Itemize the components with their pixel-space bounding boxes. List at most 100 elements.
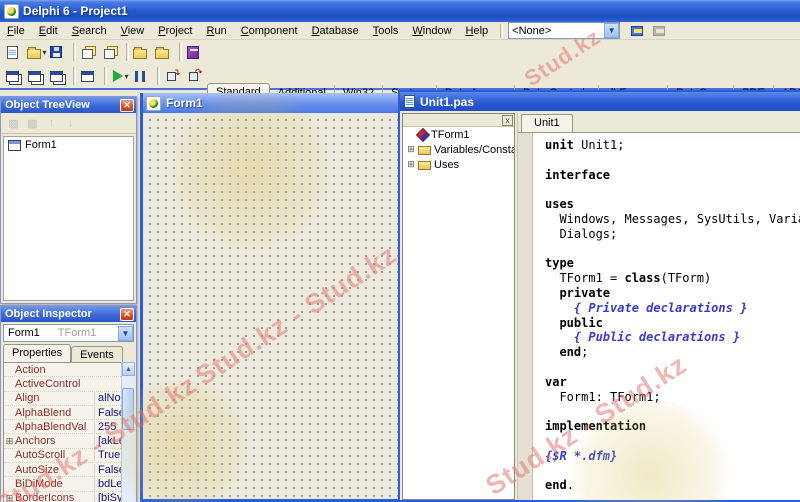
explorer-item[interactable]: ⊞ Uses	[403, 157, 514, 172]
menu-item[interactable]: View	[114, 23, 152, 39]
menu-item[interactable]: Run	[200, 23, 234, 39]
toolbar-button[interactable]: ▩	[23, 113, 42, 133]
menu-item[interactable]: Edit	[32, 23, 65, 39]
property-row[interactable]: ⊞ AutoSize False	[4, 463, 133, 477]
object-selector-combo[interactable]: Form1 TForm1 ▼	[3, 324, 134, 342]
explorer-item[interactable]: ⊞ Variables/Constants	[403, 142, 514, 157]
explorer-item[interactable]: ⊞ TForm1	[403, 127, 514, 142]
code-line: var	[545, 375, 800, 390]
toolbar-button[interactable]: ▾	[4, 66, 26, 86]
set-debug-desktop-icon	[653, 26, 665, 36]
menu-item[interactable]: Tools	[366, 23, 406, 39]
dropdown-arrow-icon[interactable]: ▾	[42, 48, 46, 57]
inspector-tab[interactable]: Properties	[3, 344, 71, 362]
explorer-item-icon	[418, 146, 431, 155]
desktop-combo[interactable]: <None> ▼	[508, 22, 620, 39]
toolbar-button[interactable]: ▾	[26, 66, 48, 86]
property-name: AutoScroll	[15, 449, 94, 461]
editor-tab[interactable]: Unit1	[521, 114, 573, 132]
code-line: type	[545, 256, 800, 271]
property-row[interactable]: ⊞ ActiveControl	[4, 377, 133, 391]
menu-item[interactable]: Search	[65, 23, 114, 39]
property-name: Action	[15, 364, 94, 376]
object-treeview-title-bar[interactable]: Object TreeView ✕	[1, 97, 136, 113]
object-inspector-title: Object Inspector	[5, 308, 120, 320]
object-inspector-title-bar[interactable]: Object Inspector ✕	[1, 306, 136, 322]
toolbar-button[interactable]: ▾	[48, 42, 70, 62]
inspector-tab[interactable]: Events	[71, 346, 123, 362]
toolbar-button[interactable]: ▾	[163, 66, 185, 86]
property-row[interactable]: ⊞ Align alNone	[4, 392, 133, 406]
close-icon[interactable]: ✕	[120, 99, 134, 112]
toggle-form-unit-icon	[50, 71, 63, 82]
toolbar-button[interactable]: ▾	[132, 42, 154, 62]
menu-item[interactable]: Project	[151, 23, 199, 39]
scroll-up-icon[interactable]: ▲	[122, 362, 135, 376]
code-line: public	[545, 316, 800, 331]
toolbar-button[interactable]: ▾	[185, 42, 207, 62]
menu-item[interactable]: Window	[405, 23, 458, 39]
property-row[interactable]: ⊞ BorderIcons [biSystemM	[4, 492, 133, 502]
view-unit-icon	[6, 71, 19, 82]
dropdown-arrow-icon[interactable]: ▾	[124, 72, 128, 81]
menu-item[interactable]: Help	[459, 23, 496, 39]
toolbar-button[interactable]: ▾	[48, 66, 70, 86]
code-window-title-bar[interactable]: Unit1.pas	[400, 92, 800, 111]
expand-icon[interactable]: ⊞	[406, 145, 416, 155]
delete-item-icon: ▩	[27, 117, 37, 130]
property-name: AlphaBlendVal	[15, 421, 94, 433]
new-form-icon	[81, 71, 94, 82]
toolbar-button[interactable]: ▩	[4, 113, 23, 133]
editor-tab-bar: Unit1	[518, 113, 800, 133]
toolbar-button[interactable]	[626, 21, 648, 41]
property-row[interactable]: ⊞ Anchors [akLeft,akT	[4, 434, 133, 448]
form-title: Form1	[166, 96, 203, 110]
property-row[interactable]: ⊞ Action	[4, 363, 133, 377]
selected-object-type: TForm1	[58, 327, 118, 339]
close-icon[interactable]: ✕	[120, 308, 134, 321]
toolbar-button[interactable]: ▾	[185, 66, 207, 86]
property-name: Align	[15, 392, 94, 404]
menu-item[interactable]: Component	[234, 23, 305, 39]
inspector-scrollbar[interactable]: ▲	[121, 362, 134, 502]
chevron-down-icon[interactable]: ▼	[604, 23, 619, 38]
code-explorer-header: x	[403, 114, 514, 127]
expand-icon[interactable]: ⊞	[4, 436, 15, 447]
toolbar-button[interactable]	[648, 21, 670, 41]
toolbar-button[interactable]: ▾	[4, 42, 26, 62]
form-design-surface[interactable]	[143, 113, 412, 499]
toolbar-button[interactable]: ▾	[154, 42, 176, 62]
new-icon	[7, 46, 18, 59]
form-designer-window: Form1	[140, 93, 415, 502]
chevron-down-icon[interactable]: ▼	[118, 326, 133, 341]
property-row[interactable]: ⊞ AutoScroll True	[4, 449, 133, 463]
code-line: TForm1 = class(TForm)	[545, 271, 800, 286]
menu-item[interactable]: Database	[305, 23, 366, 39]
tree-item[interactable]: Form1	[4, 137, 133, 153]
main-title-bar: Delphi 6 - Project1	[0, 0, 800, 22]
expand-icon[interactable]: ⊞	[406, 160, 416, 170]
expand-icon[interactable]: ⊞	[4, 493, 15, 502]
object-treeview-title: Object TreeView	[5, 99, 120, 111]
menu-item[interactable]: File	[0, 23, 32, 39]
toolbar-button[interactable]: ▾	[101, 42, 123, 62]
editor-gutter	[518, 133, 533, 500]
desktop-combo-value: <None>	[509, 25, 604, 37]
property-row[interactable]: ⊞ AlphaBlendVal 255	[4, 420, 133, 434]
toolbar-button[interactable]: ▾	[79, 42, 101, 62]
toolbar-button[interactable]: ▾	[26, 42, 48, 62]
close-icon[interactable]: x	[502, 115, 513, 126]
property-row[interactable]: ⊞ AlphaBlend False	[4, 406, 133, 420]
property-row[interactable]: ⊞ BiDiMode bdLeftToRi	[4, 477, 133, 491]
toolbar-button[interactable]: ↑	[42, 113, 61, 133]
delphi-app-icon	[4, 4, 19, 19]
toolbar-button[interactable]: ▾	[132, 66, 154, 86]
code-text[interactable]: unit Unit1; interface uses Windows, Mess…	[534, 133, 800, 500]
toolbar-button[interactable]: ▾	[110, 66, 132, 86]
toolbar-button[interactable]: ↓	[61, 113, 80, 133]
explorer-item-label: Uses	[434, 159, 459, 171]
scrollbar-thumb[interactable]	[122, 388, 134, 430]
form-title-bar[interactable]: Form1	[143, 93, 412, 113]
code-line: { Private declarations }	[545, 301, 800, 316]
toolbar-button[interactable]: ▾	[79, 66, 101, 86]
